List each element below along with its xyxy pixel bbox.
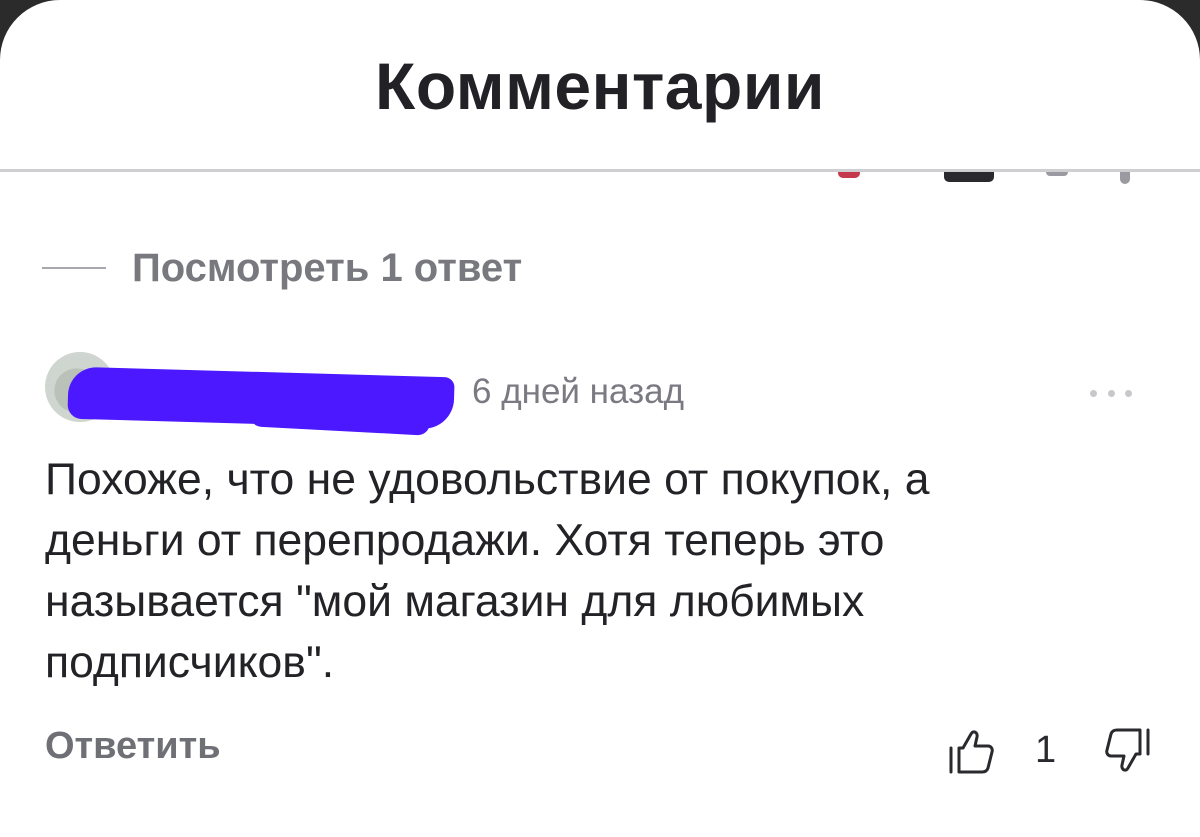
thumbs-up-icon[interactable] [943,724,997,778]
comments-sheet: Комментарии Посмотреть 1 ответ 6 дней на… [0,0,1200,837]
like-count: 1 [1035,729,1057,771]
reply-button[interactable]: Ответить [45,725,221,768]
comments-header: Комментарии [0,0,1200,184]
replies-divider-line [42,267,106,269]
scrolled-content-fragment [838,172,860,178]
comment-body: Похоже, что не удовольствие от покупок, … [45,455,930,687]
scrolled-content-fragment [1120,172,1130,184]
more-horizontal-icon[interactable] [1090,387,1132,399]
scrolled-content-fragment [944,172,994,182]
header-divider [0,169,1200,172]
scrolled-content-fragment [1046,172,1068,176]
comment-timestamp: 6 дней назад [472,372,685,411]
view-replies-label: Посмотреть 1 ответ [132,245,523,290]
page-title: Комментарии [375,49,825,123]
thumbs-down-icon[interactable] [1102,724,1156,778]
view-replies-link[interactable]: Посмотреть 1 ответ [42,243,522,293]
